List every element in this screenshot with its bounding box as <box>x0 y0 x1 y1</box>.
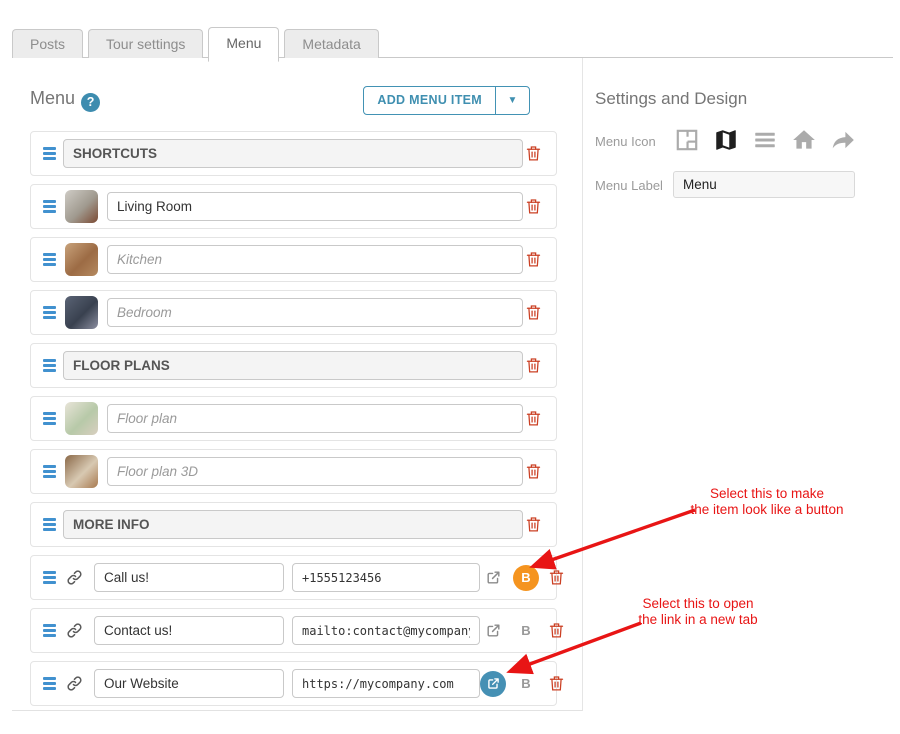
open-in-new-tab-toggle[interactable] <box>480 671 506 697</box>
section-header-input[interactable] <box>63 139 523 168</box>
annotation-new-tab: Select this to openthe link in a new tab <box>598 596 798 628</box>
add-menu-item-button-group: ADD MENU ITEM ▼ <box>363 86 530 115</box>
trash-icon[interactable] <box>546 568 566 587</box>
menu-item-row-link: B <box>30 608 557 653</box>
tab-menu[interactable]: Menu <box>208 27 279 62</box>
add-menu-item-button[interactable]: ADD MENU ITEM <box>364 87 495 114</box>
annotation-line: Select this to open <box>598 596 798 612</box>
section-header-input[interactable] <box>63 510 523 539</box>
menu-icon-field-label: Menu Icon <box>595 134 656 149</box>
open-in-new-tab-toggle[interactable] <box>480 565 506 591</box>
hamburger-icon[interactable] <box>750 125 780 155</box>
menu-panel-title: Menu? <box>30 88 100 112</box>
drag-handle-icon[interactable] <box>43 624 56 637</box>
section-header-input[interactable] <box>63 351 523 380</box>
trash-icon[interactable] <box>523 515 543 534</box>
menu-item-row-scene <box>30 237 557 282</box>
scene-thumbnail <box>65 402 98 435</box>
menu-item-row-link: B <box>30 555 557 600</box>
link-url-input[interactable] <box>292 563 480 592</box>
help-icon[interactable]: ? <box>81 93 100 112</box>
link-label-input[interactable] <box>94 669 284 698</box>
link-icon <box>66 622 83 639</box>
chevron-down-icon: ▼ <box>508 95 518 106</box>
button-style-toggle[interactable]: B <box>513 565 539 591</box>
map-icon[interactable] <box>711 125 741 155</box>
scene-label-input[interactable] <box>107 404 523 433</box>
link-icon <box>66 675 83 692</box>
annotation-button-style: Select this to makethe item look like a … <box>648 486 886 518</box>
tab-bar: PostsTour settingsMenuMetadata <box>12 28 893 58</box>
trash-icon[interactable] <box>523 250 543 269</box>
menu-item-row-scene <box>30 396 557 441</box>
settings-panel-title: Settings and Design <box>595 89 747 109</box>
trash-icon[interactable] <box>523 462 543 481</box>
menu-item-row-header <box>30 502 557 547</box>
trash-icon[interactable] <box>523 197 543 216</box>
scene-thumbnail <box>65 455 98 488</box>
external-link-icon <box>486 623 501 638</box>
trash-icon[interactable] <box>523 356 543 375</box>
button-style-toggle[interactable]: B <box>513 618 539 644</box>
link-label-input[interactable] <box>94 616 284 645</box>
annotation-line: Select this to make <box>648 486 886 502</box>
share-arrow-icon[interactable] <box>828 125 858 155</box>
link-icon <box>66 569 83 586</box>
scene-label-input[interactable] <box>107 245 523 274</box>
menu-item-row-scene <box>30 290 557 335</box>
scene-thumbnail <box>65 243 98 276</box>
menu-label-field-label: Menu Label <box>595 178 663 193</box>
trash-icon[interactable] <box>523 303 543 322</box>
scene-label-input[interactable] <box>107 192 523 221</box>
link-label-input[interactable] <box>94 563 284 592</box>
drag-handle-icon[interactable] <box>43 465 56 478</box>
open-in-new-tab-toggle[interactable] <box>480 618 506 644</box>
drag-handle-icon[interactable] <box>43 359 56 372</box>
scene-thumbnail <box>65 296 98 329</box>
floor-plan-icon[interactable] <box>672 125 702 155</box>
drag-handle-icon[interactable] <box>43 200 56 213</box>
annotation-line: the link in a new tab <box>598 612 798 628</box>
menu-item-row-scene <box>30 449 557 494</box>
menu-item-list: B B B <box>30 131 557 706</box>
trash-icon[interactable] <box>523 144 543 163</box>
menu-item-row-header <box>30 131 557 176</box>
drag-handle-icon[interactable] <box>43 518 56 531</box>
trash-icon[interactable] <box>546 621 566 640</box>
link-url-input[interactable] <box>292 616 480 645</box>
tab-posts[interactable]: Posts <box>12 29 83 58</box>
scene-thumbnail <box>65 190 98 223</box>
scene-label-input[interactable] <box>107 298 523 327</box>
home-icon[interactable] <box>789 125 819 155</box>
add-menu-item-dropdown[interactable]: ▼ <box>495 87 529 114</box>
drag-handle-icon[interactable] <box>43 147 56 160</box>
tab-metadata[interactable]: Metadata <box>284 29 378 58</box>
menu-label-input[interactable] <box>673 171 855 198</box>
annotation-line: the item look like a button <box>648 502 886 518</box>
drag-handle-icon[interactable] <box>43 412 56 425</box>
drag-handle-icon[interactable] <box>43 306 56 319</box>
menu-item-row-header <box>30 343 557 388</box>
external-link-icon <box>487 677 500 690</box>
button-style-toggle[interactable]: B <box>513 671 539 697</box>
drag-handle-icon[interactable] <box>43 677 56 690</box>
trash-icon[interactable] <box>546 674 566 693</box>
tab-tour-settings[interactable]: Tour settings <box>88 29 203 58</box>
menu-icon-options <box>672 125 858 155</box>
drag-handle-icon[interactable] <box>43 571 56 584</box>
external-link-icon <box>486 570 501 585</box>
menu-editor-panel: Menu? ADD MENU ITEM ▼ B B B <box>12 57 583 711</box>
menu-panel-title-text: Menu <box>30 88 75 108</box>
menu-item-row-link: B <box>30 661 557 706</box>
drag-handle-icon[interactable] <box>43 253 56 266</box>
menu-item-row-scene <box>30 184 557 229</box>
link-url-input[interactable] <box>292 669 480 698</box>
scene-label-input[interactable] <box>107 457 523 486</box>
trash-icon[interactable] <box>523 409 543 428</box>
